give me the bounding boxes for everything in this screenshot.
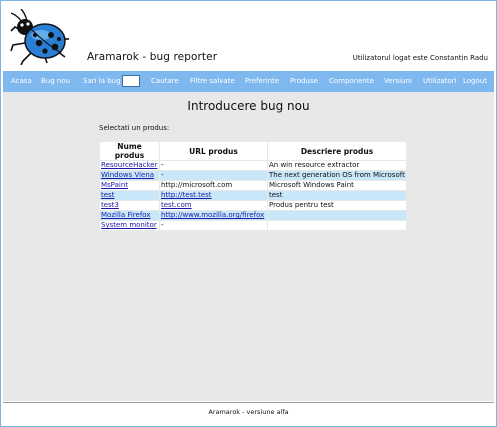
table-row: test http://test.test test xyxy=(100,191,406,200)
goto-bug-input[interactable] xyxy=(122,75,140,87)
table-row: ResourceHacker - An win resource extract… xyxy=(100,161,406,170)
product-url-text: - xyxy=(161,161,164,169)
product-description-cell: Produs pentru test xyxy=(268,201,406,210)
table-row: MsPaint http://microsoft.com Microsoft W… xyxy=(100,181,406,190)
table-row: test3 test.com Produs pentru test xyxy=(100,201,406,210)
product-url-link[interactable]: test.com xyxy=(161,201,192,209)
header-product-name: Nume produs xyxy=(100,142,159,160)
product-url-cell: http://microsoft.com xyxy=(160,181,267,190)
product-url-cell: - xyxy=(160,171,267,180)
product-url-text: - xyxy=(161,171,164,179)
product-url-text: - xyxy=(161,221,164,229)
product-url-cell: - xyxy=(160,161,267,170)
product-name-cell: Mozilla Firefox xyxy=(100,211,159,220)
product-link[interactable]: Mozilla Firefox xyxy=(101,211,151,219)
product-description-cell: test xyxy=(268,191,406,200)
nav-users[interactable]: Utilizatori xyxy=(423,77,457,85)
product-name-cell: test3 xyxy=(100,201,159,210)
product-description-cell: An win resource extractor xyxy=(268,161,406,170)
product-description-cell xyxy=(268,221,406,230)
table-row: Mozilla Firefox http://www.mozilla.org/f… xyxy=(100,211,406,220)
nav-preferences[interactable]: Preferinte xyxy=(245,77,279,85)
select-product-prompt: Selectati un produs: xyxy=(99,124,170,132)
product-url-cell: http://www.mozilla.org/firefox xyxy=(160,211,267,220)
main-content: Introducere bug nou Selectati un produs:… xyxy=(3,92,494,401)
product-link[interactable]: ResourceHacker xyxy=(101,161,158,169)
product-link[interactable]: System monitor xyxy=(101,221,157,229)
product-description-cell: Microsoft Windows Paint xyxy=(268,181,406,190)
product-url-text: http://microsoft.com xyxy=(161,181,233,189)
product-name-cell: test xyxy=(100,191,159,200)
header: Aramarok - bug reporter Utilizatorul log… xyxy=(1,1,496,69)
app-title: Aramarok - bug reporter xyxy=(87,51,218,63)
product-description-cell xyxy=(268,211,406,220)
product-url-cell: - xyxy=(160,221,267,230)
table-header-row: Nume produs URL produs Descriere produs xyxy=(100,142,406,160)
nav-home[interactable]: Acasa xyxy=(11,77,32,85)
nav-versions[interactable]: Versiuni xyxy=(384,77,412,85)
nav-saved-filters[interactable]: Filtre salvate xyxy=(190,77,235,85)
product-link[interactable]: test3 xyxy=(101,201,119,209)
header-product-url: URL produs xyxy=(160,142,267,160)
products-table: Nume produs URL produs Descriere produs … xyxy=(99,141,407,231)
logged-user-info: Utilizatorul logat este Constantin Radu xyxy=(352,54,488,62)
product-url-cell: test.com xyxy=(160,201,267,210)
app-window: Aramarok - bug reporter Utilizatorul log… xyxy=(0,0,497,427)
nav-components[interactable]: Componente xyxy=(329,77,374,85)
product-link[interactable]: Windows Viena xyxy=(101,171,154,179)
nav-bar: Acasa Bug nou Sari la bug Cautare Filtre… xyxy=(3,71,494,92)
table-row: Windows Viena - The next generation OS f… xyxy=(100,171,406,180)
product-url-cell: http://test.test xyxy=(160,191,267,200)
product-name-cell: Windows Viena xyxy=(100,171,159,180)
nav-new-bug[interactable]: Bug nou xyxy=(41,77,70,85)
nav-search[interactable]: Cautare xyxy=(151,77,179,85)
product-description-cell: The next generation OS from Microsoft xyxy=(268,171,406,180)
footer-text: Aramarok - versiune alfa xyxy=(208,408,289,416)
product-url-link[interactable]: http://test.test xyxy=(161,191,212,199)
footer-divider xyxy=(3,402,494,403)
nav-logout[interactable]: Logout xyxy=(463,77,487,85)
product-link[interactable]: test xyxy=(101,191,114,199)
table-row: System monitor - xyxy=(100,221,406,230)
product-name-cell: MsPaint xyxy=(100,181,159,190)
page-title: Introducere bug nou xyxy=(187,99,310,113)
nav-goto-bug-label: Sari la bug xyxy=(83,77,121,85)
product-link[interactable]: MsPaint xyxy=(101,181,128,189)
product-name-cell: ResourceHacker xyxy=(100,161,159,170)
ladybug-logo xyxy=(10,9,69,65)
product-url-link[interactable]: http://www.mozilla.org/firefox xyxy=(161,211,264,219)
header-product-description: Descriere produs xyxy=(268,142,406,160)
product-name-cell: System monitor xyxy=(100,221,159,230)
nav-products[interactable]: Produse xyxy=(290,77,318,85)
